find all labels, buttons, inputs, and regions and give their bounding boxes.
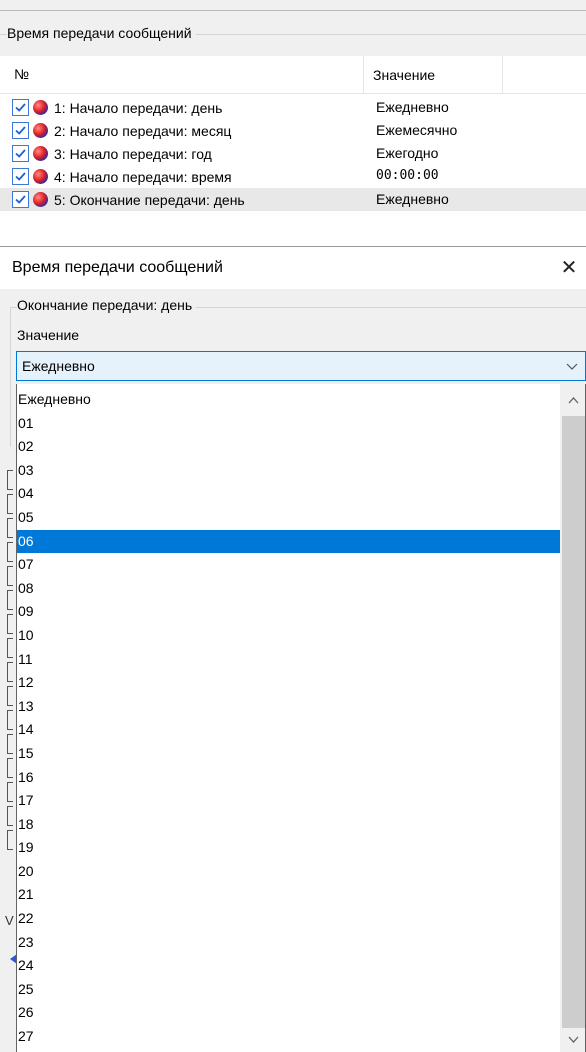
close-icon: ✕ <box>560 257 578 279</box>
status-ball-icon <box>33 169 48 184</box>
checkbox-checked-icon[interactable] <box>12 99 29 116</box>
dropdown-option[interactable]: Ежедневно <box>17 388 560 412</box>
background-label-fragment: V <box>5 913 14 928</box>
dropdown-option[interactable]: 09 <box>17 600 560 624</box>
row-label: 4: Начало передачи: время <box>54 169 232 185</box>
table-row[interactable]: 3: Начало передачи: год Ежегодно <box>0 142 586 165</box>
params-table: № Значение 1: Начало передачи: день Ежедн… <box>0 56 586 246</box>
dropdown-option[interactable]: 16 <box>17 766 560 790</box>
background-field-edge <box>7 782 13 802</box>
dropdown-option[interactable]: 17 <box>17 789 560 813</box>
dropdown-option[interactable]: 26 <box>17 1001 560 1025</box>
dropdown-option[interactable]: 25 <box>17 978 560 1002</box>
background-field-edge <box>7 494 13 514</box>
dropdown-option[interactable]: 12 <box>17 671 560 695</box>
table-row[interactable]: 5: Окончание передачи: день Ежедневно <box>0 188 586 211</box>
close-button[interactable]: ✕ <box>552 253 586 283</box>
checkbox-checked-icon[interactable] <box>12 191 29 208</box>
group-border <box>10 307 11 447</box>
background-field-edge <box>7 758 13 778</box>
background-field-edge <box>7 518 13 538</box>
background-field-edge <box>7 614 13 634</box>
dropdown-option[interactable]: 04 <box>17 482 560 506</box>
dropdown-option[interactable]: 21 <box>17 883 560 907</box>
checkbox-checked-icon[interactable] <box>12 168 29 185</box>
dropdown-option[interactable]: 22 <box>17 907 560 931</box>
row-label: 1: Начало передачи: день <box>54 100 223 116</box>
group-title: Время передачи сообщений <box>7 25 196 41</box>
top-divider <box>0 10 586 11</box>
dropdown-option[interactable]: 03 <box>17 459 560 483</box>
table-row[interactable]: 2: Начало передачи: месяц Ежемесячно <box>0 119 586 142</box>
combobox-selected-value: Ежедневно <box>22 358 95 374</box>
row-value: Ежедневно <box>376 191 449 207</box>
dialog-title: Время передачи сообщений <box>12 259 223 276</box>
dropdown-option[interactable]: 28 <box>17 1049 560 1052</box>
dropdown-option[interactable]: 18 <box>17 813 560 837</box>
dropdown-option[interactable]: 07 <box>17 553 560 577</box>
row-label: 2: Начало передачи: месяц <box>54 123 232 139</box>
row-label: 5: Окончание передачи: день <box>54 192 245 208</box>
row-value: Ежегодно <box>376 145 439 161</box>
dropdown-scrollbar[interactable] <box>560 384 585 1052</box>
dropdown-option[interactable]: 13 <box>17 695 560 719</box>
row-value: 00:00:00 <box>376 168 439 183</box>
chevron-down-icon <box>568 1036 579 1043</box>
column-header-number[interactable]: № <box>14 66 29 82</box>
status-ball-icon <box>33 146 48 161</box>
table-header: № Значение <box>0 56 586 94</box>
background-field-edge <box>7 542 13 562</box>
dropdown-option[interactable]: 15 <box>17 742 560 766</box>
column-separator[interactable] <box>363 56 364 94</box>
column-header-value[interactable]: Значение <box>373 67 435 83</box>
status-ball-icon <box>33 192 48 207</box>
scrollbar-thumb[interactable] <box>562 416 585 1028</box>
chevron-down-icon <box>566 363 578 370</box>
status-ball-icon <box>33 123 48 138</box>
dropdown-option[interactable]: 11 <box>17 648 560 672</box>
table-row[interactable]: 1: Начало передачи: день Ежедневно <box>0 96 586 119</box>
background-field-edge <box>7 590 13 610</box>
scroll-up-button[interactable] <box>560 388 585 414</box>
background-field-edge <box>7 638 13 658</box>
background-field-edge <box>7 806 13 826</box>
value-combobox[interactable]: Ежедневно <box>16 351 586 381</box>
dropdown-option[interactable]: 23 <box>17 931 560 955</box>
background-field-edge <box>7 662 13 682</box>
dropdown-option[interactable]: 02 <box>17 435 560 459</box>
dropdown-option[interactable]: 05 <box>17 506 560 530</box>
row-label: 3: Начало передачи: год <box>54 146 212 162</box>
row-value: Ежемесячно <box>376 122 458 138</box>
dropdown-option[interactable]: 14 <box>17 718 560 742</box>
dropdown-list[interactable]: Ежедневно 01 02 03 04 05 06 07 08 09 10 11 12 13 14 15 1… <box>16 384 586 1052</box>
background-field-edge <box>7 470 13 490</box>
background-field-edge <box>7 566 13 586</box>
background-field-edge <box>7 710 13 730</box>
dropdown-option[interactable]: 10 <box>17 624 560 648</box>
dialog-group-title: Окончание передачи: день <box>17 297 197 313</box>
dialog-titlebar[interactable]: Время передачи сообщений ✕ <box>0 247 586 289</box>
column-separator[interactable] <box>502 56 503 94</box>
value-field-label: Значение <box>17 327 80 343</box>
scroll-down-button[interactable] <box>560 1030 585 1050</box>
dropdown-option[interactable]: 01 <box>17 412 560 436</box>
dropdown-option[interactable]: 24 <box>17 954 560 978</box>
dropdown-option[interactable]: 19 <box>17 836 560 860</box>
row-value: Ежедневно <box>376 99 449 115</box>
background-field-edge <box>7 734 13 754</box>
background-field-edge <box>7 830 13 850</box>
dropdown-options: Ежедневно 01 02 03 04 05 06 07 08 09 10 11 12 13 14 15 1… <box>17 388 560 1052</box>
dropdown-option[interactable]: 06 <box>17 529 560 554</box>
checkbox-checked-icon[interactable] <box>12 145 29 162</box>
dropdown-option[interactable]: 08 <box>17 577 560 601</box>
chevron-up-icon <box>568 397 579 404</box>
checkbox-checked-icon[interactable] <box>12 122 29 139</box>
dropdown-option[interactable]: 20 <box>17 860 560 884</box>
status-ball-icon <box>33 100 48 115</box>
background-field-edge <box>7 686 13 706</box>
dropdown-option[interactable]: 27 <box>17 1025 560 1049</box>
table-row[interactable]: 4: Начало передачи: время 00:00:00 <box>0 165 586 188</box>
